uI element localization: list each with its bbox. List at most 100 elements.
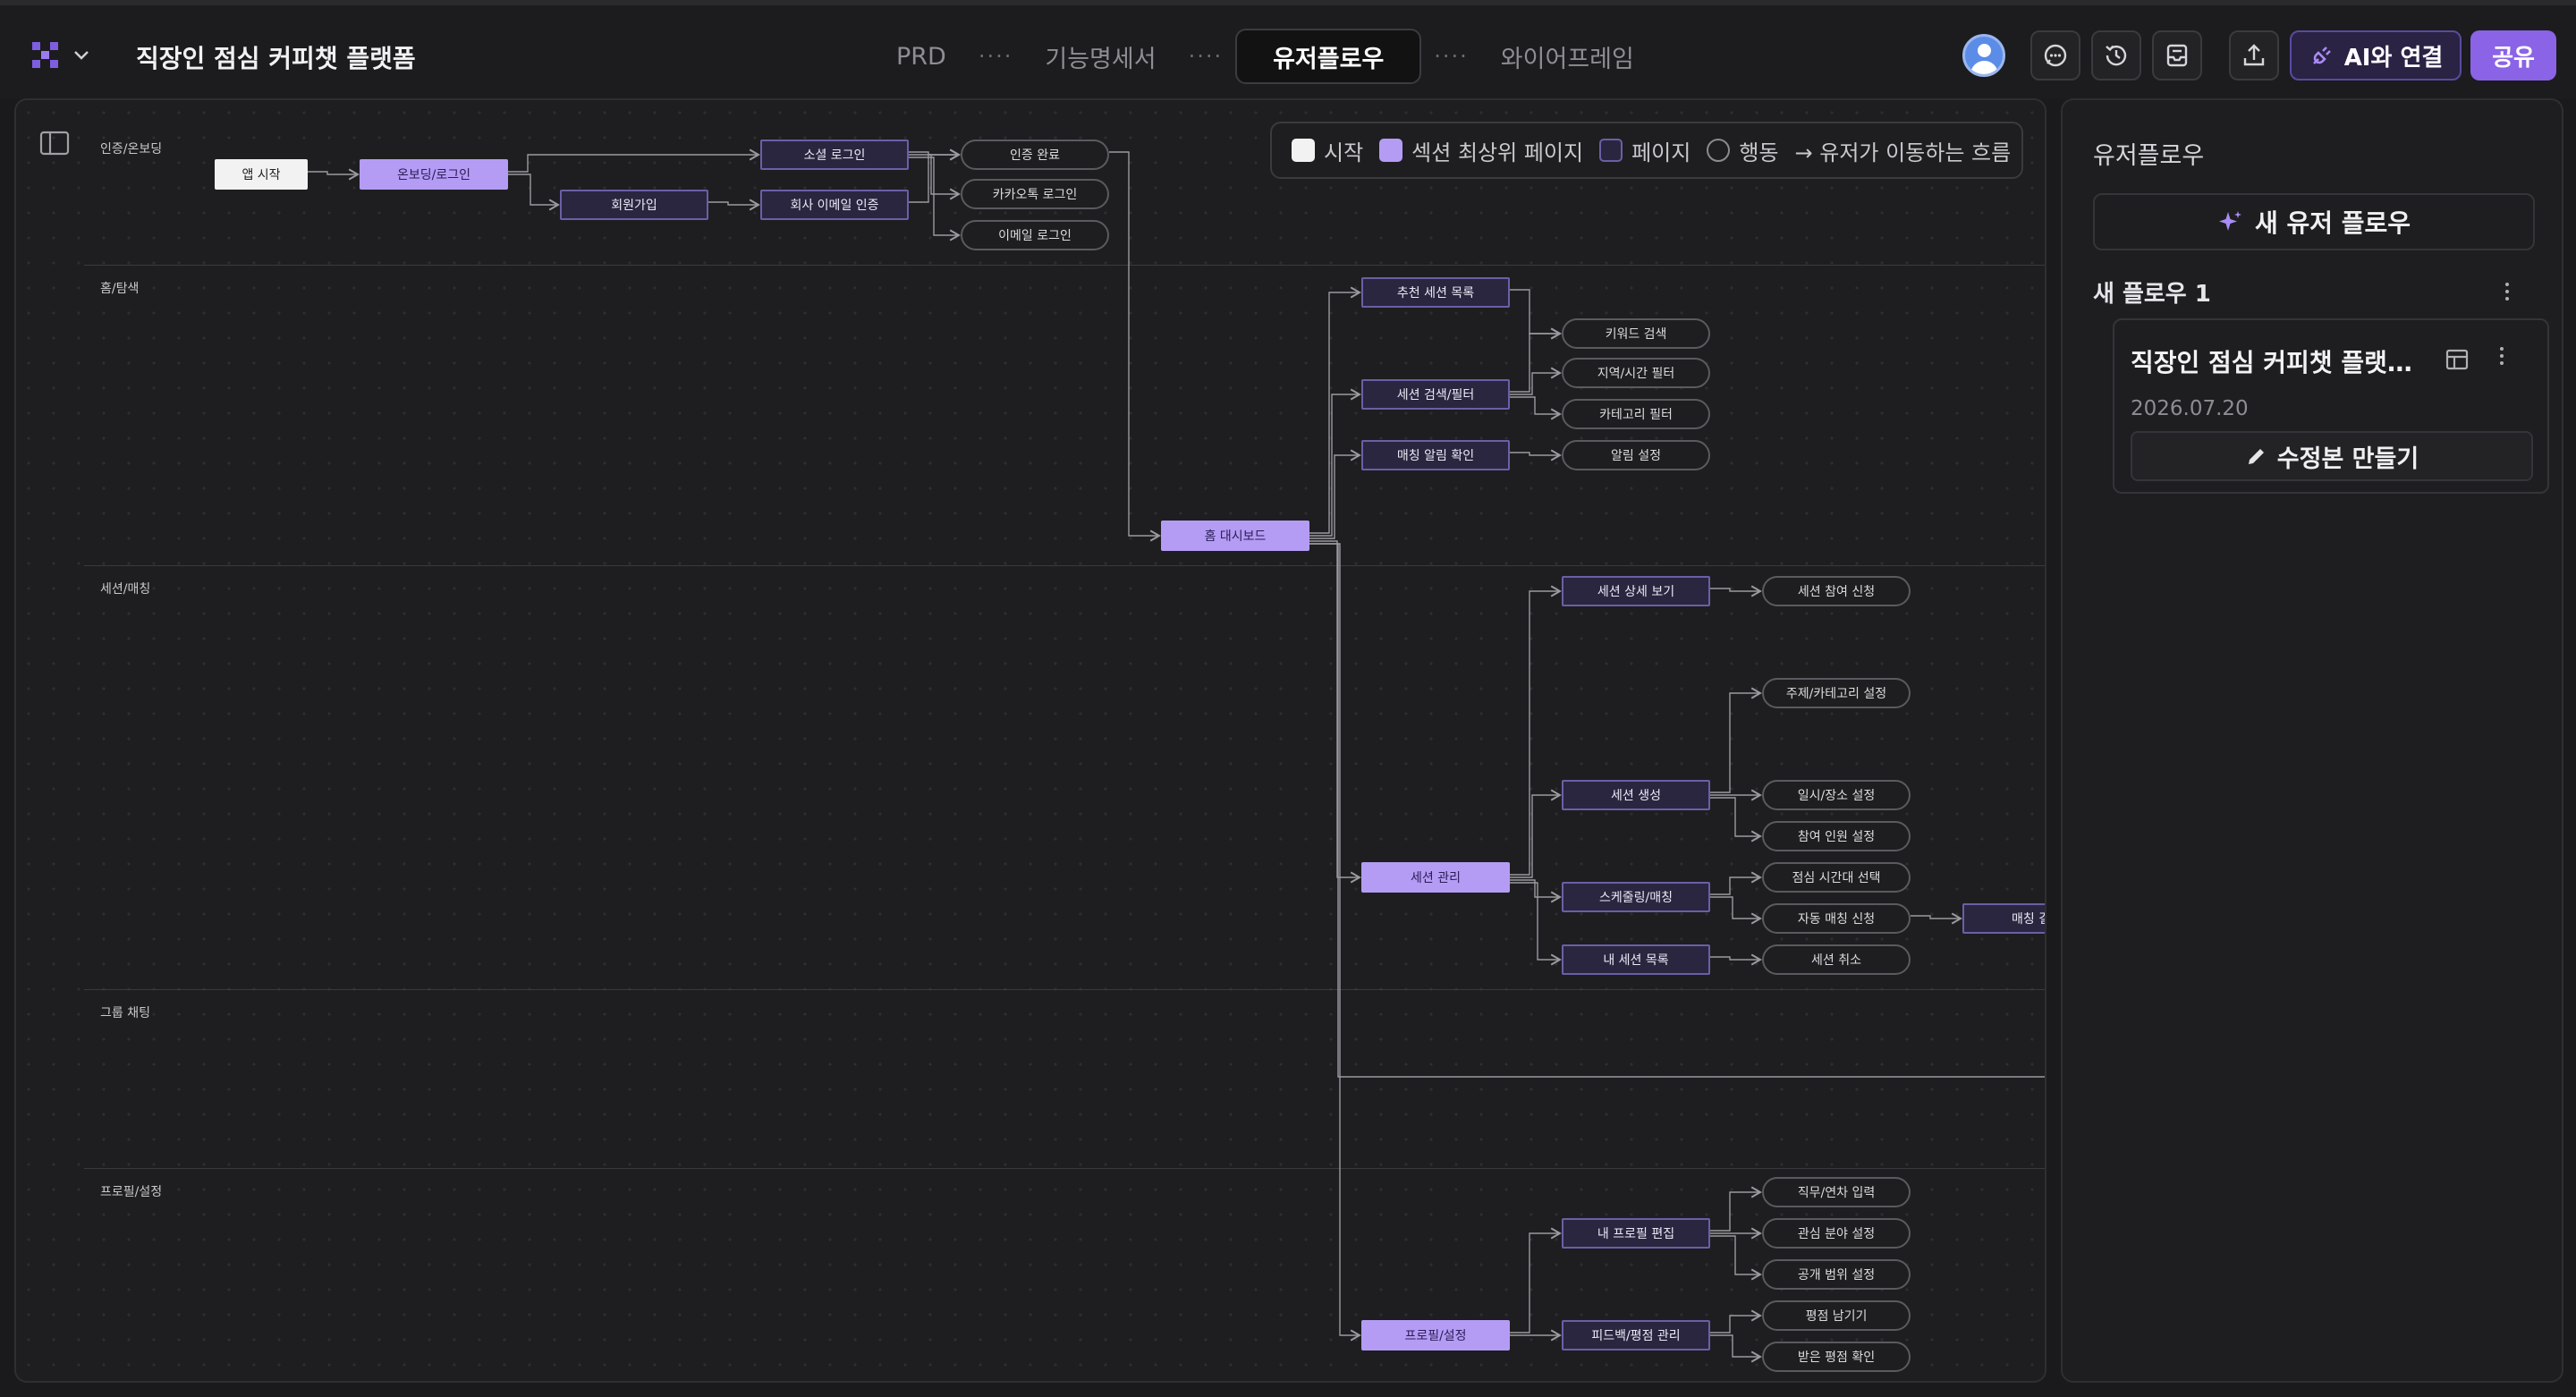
flow-node-page[interactable]: 피드백/평점 관리 [1562,1320,1710,1350]
flow-node-top[interactable]: 세션 관리 [1361,862,1510,893]
flow-node-action[interactable]: 공개 범위 설정 [1762,1259,1911,1290]
legend-page: 페이지 [1599,135,1690,166]
card-more-button[interactable] [2499,347,2504,365]
flow-node-action[interactable]: 관심 분야 설정 [1762,1218,1911,1249]
flow-node-action[interactable]: 받은 평점 확인 [1762,1342,1911,1372]
flow-node-action[interactable]: 이메일 로그인 [961,220,1109,250]
flow-edge [1309,543,1361,1342]
flow-node-page[interactable]: 내 세션 목록 [1562,944,1710,975]
userflow-panel: 유저플로우 새 유저 플로우 새 플로우 1 직장인 점심 커피챗 플랫폼 ..… [2061,98,2563,1383]
comments-button[interactable] [2030,30,2080,80]
flow-node-page[interactable]: 스케줄링/매칭 [1562,882,1710,912]
flow-edge [1510,449,1562,461]
pencil-icon [2248,449,2264,464]
flow-node-page[interactable]: 세션 상세 보기 [1562,576,1710,606]
flow-node-action[interactable]: 인증 완료 [961,140,1109,170]
connect-ai-button[interactable]: AI와 연결 [2290,30,2462,80]
new-userflow-label: 새 유저 플로우 [2254,208,2411,238]
flow-edge [1710,797,1762,842]
share-button[interactable]: 공유 [2470,30,2556,80]
flow-node-page[interactable]: 추천 세션 목록 [1361,277,1510,308]
flow-node-action[interactable]: 지역/시간 필터 [1562,358,1710,388]
flow-card-title: 직장인 점심 커피챗 플랫폼 ... [2131,348,2435,377]
export-button[interactable] [2229,30,2279,80]
flow-edge [1510,327,1562,393]
flow-node-top[interactable]: 홈 대시보드 [1161,521,1309,551]
inbox-button[interactable] [2152,30,2202,80]
flow-node-page[interactable]: 회원가입 [560,190,708,220]
flow-node-action[interactable]: 카테고리 필터 [1562,399,1710,429]
flow-edge [1510,585,1562,876]
sparkle-icon [2218,211,2241,231]
flow-node-action[interactable]: 평점 남기기 [1762,1300,1911,1331]
flow-node-action[interactable]: 키워드 검색 [1562,318,1710,349]
flow-node-page[interactable]: 소셜 로그인 [760,140,909,170]
flow-node-page[interactable]: 세션 검색/필터 [1361,379,1510,410]
legend-start: 시작 [1292,135,1363,166]
tab-feature-spec[interactable]: 기능명세서 [1025,29,1175,84]
tab-userflow[interactable]: 유저플로우 [1235,29,1422,84]
flow-node-page[interactable]: 매칭 결과 [1962,903,2045,934]
logo-icon [32,42,58,68]
flow-node-page[interactable]: 세션 생성 [1562,780,1710,810]
history-icon [2106,45,2127,66]
flow-edge [1710,687,1762,793]
flow-node-start[interactable]: 앱 시작 [215,159,308,190]
flow-edge [1109,151,1161,542]
flow-node-action[interactable]: 점심 시간대 선택 [1762,862,1911,893]
flow-node-action[interactable]: 참여 인원 설정 [1762,821,1911,851]
flow-node-top[interactable]: 온보딩/로그인 [360,159,508,190]
project-title: 직장인 점심 커피챗 플랫폼 [136,44,416,73]
flow-edge [1710,1235,1762,1281]
flow-edge [308,168,360,181]
flow-edge [1510,789,1562,878]
flow-node-page[interactable]: 내 프로필 편집 [1562,1218,1710,1249]
avatar[interactable] [1962,34,2005,77]
flow-edge [1710,953,1762,966]
legend-flow-arrow: → 유저가 이동하는 흐름 [1794,140,2012,165]
chevron-down-icon [74,51,89,60]
create-revision-label: 수정본 만들기 [2276,444,2419,473]
flow-card[interactable]: 직장인 점심 커피챗 플랫폼 ... 2026.07.20 수정본 만들기 [2113,318,2549,494]
workspace-switcher[interactable] [30,38,93,73]
create-revision-button[interactable]: 수정본 만들기 [2131,431,2533,481]
layout-icon[interactable] [2445,349,2469,370]
flow-card-date: 2026.07.20 [2131,397,2249,420]
flow-node-action[interactable]: 알림 설정 [1562,440,1710,470]
panel-title: 유저플로우 [2093,142,2205,170]
flow-group-label: 새 플로우 1 [2093,281,2211,308]
tab-separator: ···· [1434,44,1469,69]
group-more-button[interactable] [2504,283,2510,301]
flow-node-action[interactable]: 카카오톡 로그인 [961,179,1109,209]
flow-edge [1510,396,1562,420]
flow-edge [1911,912,1962,925]
upload-icon [2243,44,2265,66]
tab-prd[interactable]: PRD [877,29,966,84]
flow-edge [1510,289,1562,340]
flow-edge [1309,540,1361,884]
legend-action: 행동 [1707,135,1779,166]
flow-node-action[interactable]: 세션 참여 신청 [1762,576,1911,606]
connect-ai-label: AI와 연결 [2343,44,2444,72]
flow-node-page[interactable]: 회사 이메일 인증 [760,190,909,220]
legend-section-top-page: 섹션 최상위 페이지 [1379,135,1583,166]
tab-wireframe[interactable]: 와이어프레임 [1481,29,1654,84]
flow-node-page[interactable]: 매칭 알림 확인 [1361,440,1510,470]
flow-node-action[interactable]: 주제/카테고리 설정 [1762,678,1911,708]
comment-icon [2044,44,2067,67]
doc-tabs: PRD ···· 기능명세서 ···· 유저플로우 ···· 와이어프레임 [877,29,1654,84]
flow-edge [1309,543,2045,1078]
flow-node-top[interactable]: 프로필/설정 [1361,1320,1510,1350]
top-bar: 직장인 점심 커피챗 플랫폼 PRD ···· 기능명세서 ···· 유저플로우… [0,0,2576,98]
history-button[interactable] [2091,30,2141,80]
flow-node-action[interactable]: 직무/연차 입력 [1762,1177,1911,1207]
new-userflow-button[interactable]: 새 유저 플로우 [2093,193,2535,250]
flow-node-action[interactable]: 자동 매칭 신청 [1762,903,1911,934]
flow-canvas[interactable]: 인증/온보딩 홈/탐색 세션/매칭 그룹 채팅 프로필/설정 앱 시작 온보딩/로그인 소셜… [14,98,2046,1383]
plug-icon [2312,47,2331,64]
flow-edge [508,148,760,173]
flow-node-action[interactable]: 일시/장소 설정 [1762,780,1911,810]
flow-node-action[interactable]: 세션 취소 [1762,944,1911,975]
flow-edge [708,199,760,211]
flow-edge [1309,449,1361,539]
